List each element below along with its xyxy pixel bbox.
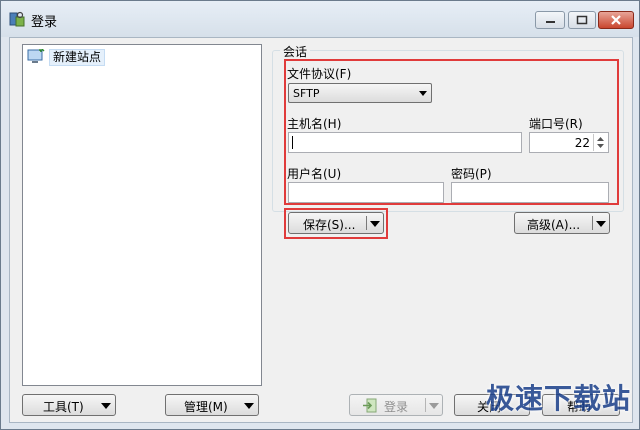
client-area: 新建站点 工具(T) 管理(M) 会话 文件协议(F) SFTP 主机名(H) … — [9, 37, 633, 423]
manage-button[interactable]: 管理(M) — [165, 394, 259, 416]
chevron-down-icon — [419, 91, 427, 96]
maximize-button[interactable] — [568, 11, 596, 29]
save-button[interactable]: 保存(S)... — [288, 212, 384, 234]
manage-label: 管理(M) — [184, 400, 228, 414]
maximize-icon — [576, 15, 588, 25]
winscp-app-icon — [9, 11, 25, 27]
tree-item-label: 新建站点 — [49, 48, 106, 66]
title-bar[interactable]: 登录 — [1, 1, 639, 37]
session-legend: 会话 — [280, 43, 311, 60]
advanced-label: 高级(A)... — [527, 218, 581, 232]
split-separator — [425, 398, 426, 412]
minimize-icon — [546, 21, 555, 23]
user-label: 用户名(U) — [287, 167, 342, 181]
user-input[interactable] — [288, 182, 444, 203]
split-separator — [592, 216, 593, 230]
port-spinner[interactable] — [593, 134, 607, 151]
password-input[interactable] — [451, 182, 609, 203]
tools-button[interactable]: 工具(T) — [22, 394, 116, 416]
host-label: 主机名(H) — [287, 117, 342, 131]
window-title: 登录 — [31, 15, 58, 30]
chevron-down-icon — [429, 403, 439, 409]
site-tree[interactable]: 新建站点 — [22, 44, 262, 386]
chevron-down-icon — [596, 221, 606, 227]
save-label: 保存(S)... — [303, 218, 356, 232]
host-input[interactable] — [288, 132, 522, 153]
chevron-down-icon — [101, 403, 111, 409]
chevron-down-icon — [370, 221, 380, 227]
close-icon — [611, 15, 621, 25]
minimize-button[interactable] — [535, 11, 565, 29]
login-window: 登录 新建站点 工具(T) 管理(M) 会话 文件协议(F) SFTP 主机名(… — [0, 0, 640, 430]
watermark: 极速下载站 — [485, 382, 631, 415]
chevron-down-icon — [244, 403, 254, 409]
login-button[interactable]: 登录 — [349, 394, 443, 416]
protocol-select[interactable]: SFTP — [288, 83, 432, 103]
login-icon — [363, 398, 377, 413]
password-label: 密码(P) — [451, 167, 492, 181]
login-label: 登录 — [384, 400, 409, 414]
port-value: 22 — [574, 136, 590, 150]
text-cursor — [292, 136, 293, 149]
split-separator — [366, 216, 367, 230]
tree-item-new-site[interactable]: 新建站点 — [27, 48, 106, 66]
protocol-label: 文件协议(F) — [287, 67, 352, 81]
close-window-button[interactable] — [598, 11, 634, 29]
port-input[interactable]: 22 — [529, 132, 609, 153]
protocol-value: SFTP — [293, 87, 320, 100]
spinner-arrows-icon — [597, 137, 604, 148]
computer-icon — [27, 49, 45, 63]
advanced-button[interactable]: 高级(A)... — [514, 212, 610, 234]
tools-label: 工具(T) — [43, 400, 84, 414]
port-label: 端口号(R) — [529, 117, 583, 131]
